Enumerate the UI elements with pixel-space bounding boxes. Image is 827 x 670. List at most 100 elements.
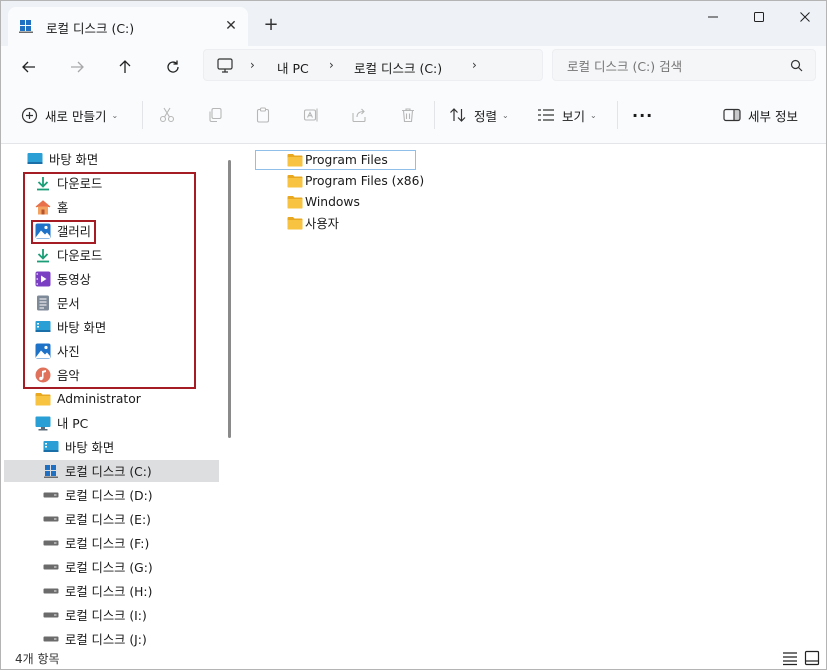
details-pane-button[interactable]: 세부 정보 [723, 100, 798, 130]
sidebar-item-label: 내 PC [57, 417, 89, 431]
rename-icon [303, 108, 318, 122]
sidebar-item-label: 바탕 화면 [65, 441, 115, 455]
chevron-down-icon: ⌄ [111, 110, 119, 120]
back-button[interactable] [15, 53, 43, 81]
drive-icon [43, 636, 59, 642]
toolbar-divider [142, 101, 143, 129]
more-options-button[interactable]: ··· [632, 100, 653, 130]
sidebar-item-label: 로컬 디스크 (I:) [65, 609, 147, 623]
folder-icon [287, 196, 303, 209]
arrow-up-icon [119, 60, 131, 73]
delete-button[interactable] [396, 100, 420, 130]
new-button[interactable]: 새로 만들기 ⌄ [21, 100, 118, 130]
breadcrumb-my-pc[interactable]: 내 PC [277, 58, 309, 77]
sidebar-item-label: 바탕 화면 [49, 153, 99, 167]
sort-icon [450, 108, 466, 122]
minimize-icon [708, 16, 718, 18]
sidebar-item-local-disk-i[interactable]: 로컬 디스크 (I:) [43, 604, 147, 626]
sidebar-item-label: 로컬 디스크 (J:) [65, 633, 147, 647]
share-button[interactable] [347, 100, 371, 130]
clipboard-icon [256, 107, 270, 123]
sidebar-item-local-disk-d[interactable]: 로컬 디스크 (D:) [43, 484, 153, 506]
folder-item-program-files[interactable]: Program Files [255, 150, 416, 170]
copy-button[interactable] [203, 100, 227, 130]
scissors-icon [159, 107, 175, 123]
folder-name: Program Files (x86) [305, 174, 425, 188]
sidebar-item-local-disk-e[interactable]: 로컬 디스크 (E:) [43, 508, 151, 530]
file-list: Program Files Program Files (x86) Window… [237, 144, 826, 647]
new-button-label: 새로 만들기 [45, 108, 107, 124]
pc-icon [35, 416, 51, 430]
cut-button[interactable] [155, 100, 179, 130]
folder-name: Windows [305, 195, 360, 209]
folder-item-users[interactable]: 사용자 [287, 213, 339, 233]
folder-icon [287, 175, 303, 188]
folder-name: 사용자 [305, 217, 339, 231]
view-button-label: 보기 [562, 108, 586, 124]
windows-drive-icon [44, 465, 58, 478]
close-window-button[interactable] [782, 1, 827, 33]
details-pane-icon [723, 108, 741, 122]
refresh-icon [167, 60, 179, 73]
view-button[interactable]: 보기 ⌄ [537, 100, 597, 130]
sidebar-item-local-disk-f[interactable]: 로컬 디스크 (F:) [43, 532, 149, 554]
details-pane-label: 세부 정보 [748, 108, 798, 124]
tab-local-disk-c[interactable]: 로컬 디스크 (C:) ✕ [8, 7, 248, 46]
sidebar-item-my-pc[interactable]: 내 PC [35, 412, 88, 434]
sort-button[interactable]: 정렬 ⌄ [449, 100, 509, 130]
highlight-box-gallery [31, 220, 96, 244]
chevron-right-icon[interactable]: › [472, 58, 477, 72]
refresh-button[interactable] [159, 53, 187, 81]
up-button[interactable] [111, 53, 139, 81]
sidebar-item-local-disk-h[interactable]: 로컬 디스크 (H:) [43, 580, 152, 602]
close-tab-icon[interactable]: ✕ [221, 16, 241, 36]
arrow-right-icon [71, 61, 84, 73]
sidebar-item-administrator[interactable]: Administrator [35, 388, 141, 410]
folder-item-windows[interactable]: Windows [287, 192, 360, 212]
details-view-icon[interactable] [782, 650, 798, 666]
desktop-icon [27, 153, 43, 164]
sidebar-item-local-disk-g[interactable]: 로컬 디스크 (G:) [43, 556, 153, 578]
sidebar-item-desktop-3[interactable]: 바탕 화면 [43, 436, 114, 458]
highlight-box-quick-access [23, 172, 196, 389]
plus-circle-icon [21, 107, 38, 123]
maximize-button[interactable] [736, 1, 782, 33]
windows-drive-icon [19, 20, 33, 33]
sidebar-item-label: 로컬 디스크 (C:) [65, 465, 152, 479]
sort-button-label: 정렬 [474, 108, 498, 124]
drive-icon [43, 492, 59, 498]
large-icons-view-icon[interactable] [804, 650, 820, 666]
sidebar-item-local-disk-j[interactable]: 로컬 디스크 (J:) [43, 628, 147, 647]
drive-icon [43, 540, 59, 546]
sidebar-scrollbar[interactable] [228, 160, 231, 438]
minimize-button[interactable] [690, 1, 736, 33]
chevron-right-icon: › [250, 58, 255, 72]
command-bar: 새로 만들기 ⌄ 정렬 ⌄ 보기 ⌄ ··· 세부 정보 [1, 86, 826, 144]
folder-item-program-files-x86[interactable]: Program Files (x86) [287, 171, 424, 191]
new-tab-button[interactable]: + [259, 14, 283, 38]
navigation-pane: 바탕 화면 다운로드 홈 갤러리 다운로드 동영상 문서 바탕 화면 사진 음악… [1, 144, 237, 647]
navigation-bar: › 내 PC › 로컬 디스크 (C:) › [1, 46, 826, 86]
sidebar-item-local-disk-c[interactable]: 로컬 디스크 (C:) [4, 460, 219, 482]
search-icon [790, 59, 803, 72]
toolbar-divider [434, 101, 435, 129]
address-bar[interactable]: › 내 PC › 로컬 디스크 (C:) › [203, 49, 543, 81]
sidebar-item-label: 로컬 디스크 (E:) [65, 513, 151, 527]
forward-button[interactable] [63, 53, 91, 81]
chevron-down-icon: ⌄ [590, 110, 597, 120]
close-icon [800, 12, 810, 22]
drive-icon [43, 588, 59, 594]
desktop-icon [43, 441, 59, 452]
share-icon [352, 108, 366, 123]
sidebar-item-desktop[interactable]: 바탕 화면 [27, 148, 98, 170]
breadcrumb-local-disk-c[interactable]: 로컬 디스크 (C:) [354, 58, 442, 77]
title-bar: 로컬 디스크 (C:) ✕ + [1, 1, 826, 46]
rename-button[interactable] [299, 100, 323, 130]
sidebar-item-label: 로컬 디스크 (H:) [65, 585, 153, 599]
search-input[interactable] [567, 57, 777, 75]
view-list-icon [538, 109, 554, 121]
search-box[interactable] [552, 49, 816, 81]
paste-button[interactable] [251, 100, 275, 130]
drive-icon [43, 564, 59, 570]
folder-icon [287, 154, 303, 167]
